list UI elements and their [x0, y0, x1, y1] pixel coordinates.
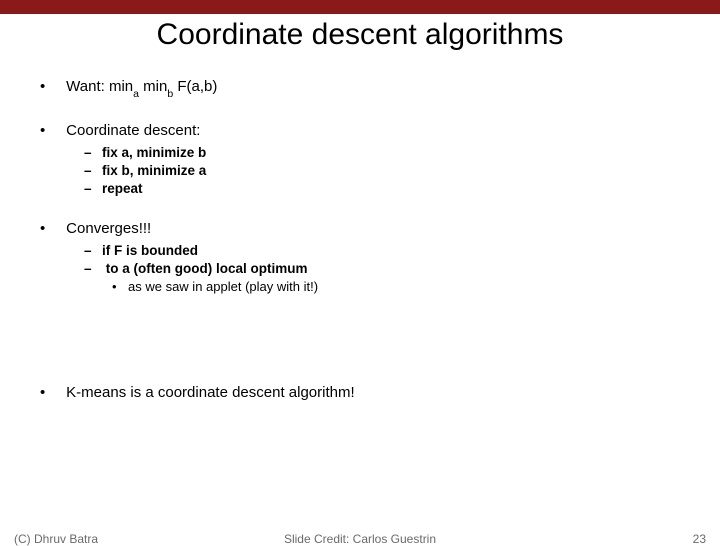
kmeans-text: K-means is a coordinate descent algorith…: [66, 384, 354, 401]
cd-step-1-text: fix a, minimize b: [102, 145, 206, 160]
conv-item-2-sub: as we saw in applet (play with it!): [112, 279, 680, 294]
slide-title: Coordinate descent algorithms: [0, 18, 720, 52]
bullet-want: Want: mina minb F(a,b): [40, 78, 680, 98]
bullet-kmeans: K-means is a coordinate descent algorith…: [40, 384, 680, 401]
conv-item-2: to a (often good) local optimum as we sa…: [84, 261, 680, 294]
want-text-suffix: F(a,b): [173, 78, 217, 95]
bullet-coordinate-descent: Coordinate descent: fix a, minimize b fi…: [40, 122, 680, 196]
conv-item-2-sub-text: as we saw in applet (play with it!): [128, 279, 318, 294]
conv-item-1: if F is bounded: [84, 243, 680, 258]
conv-item-1-text: if F is bounded: [102, 243, 198, 258]
slide-body: Want: mina minb F(a,b) Coordinate descen…: [0, 78, 720, 401]
cd-step-1: fix a, minimize b: [84, 145, 680, 160]
conv-item-2-text: to a (often good) local optimum: [106, 261, 308, 276]
cd-step-3-text: repeat: [102, 181, 143, 196]
cd-step-2: fix b, minimize a: [84, 163, 680, 178]
cd-step-2-text: fix b, minimize a: [102, 163, 206, 178]
want-text-mid: min: [139, 78, 167, 95]
want-subscript-b: b: [167, 88, 173, 100]
footer-credit: Slide Credit: Carlos Guestrin: [0, 532, 720, 546]
want-text-prefix: Want: min: [66, 78, 133, 95]
cd-step-3: repeat: [84, 181, 680, 196]
footer-page-number: 23: [693, 532, 706, 546]
converges-label: Converges!!!: [66, 220, 151, 237]
cd-label: Coordinate descent:: [66, 122, 200, 139]
want-subscript-a: a: [133, 88, 139, 100]
title-accent-bar: [0, 0, 720, 14]
bullet-converges: Converges!!! if F is bounded to a (often…: [40, 220, 680, 294]
